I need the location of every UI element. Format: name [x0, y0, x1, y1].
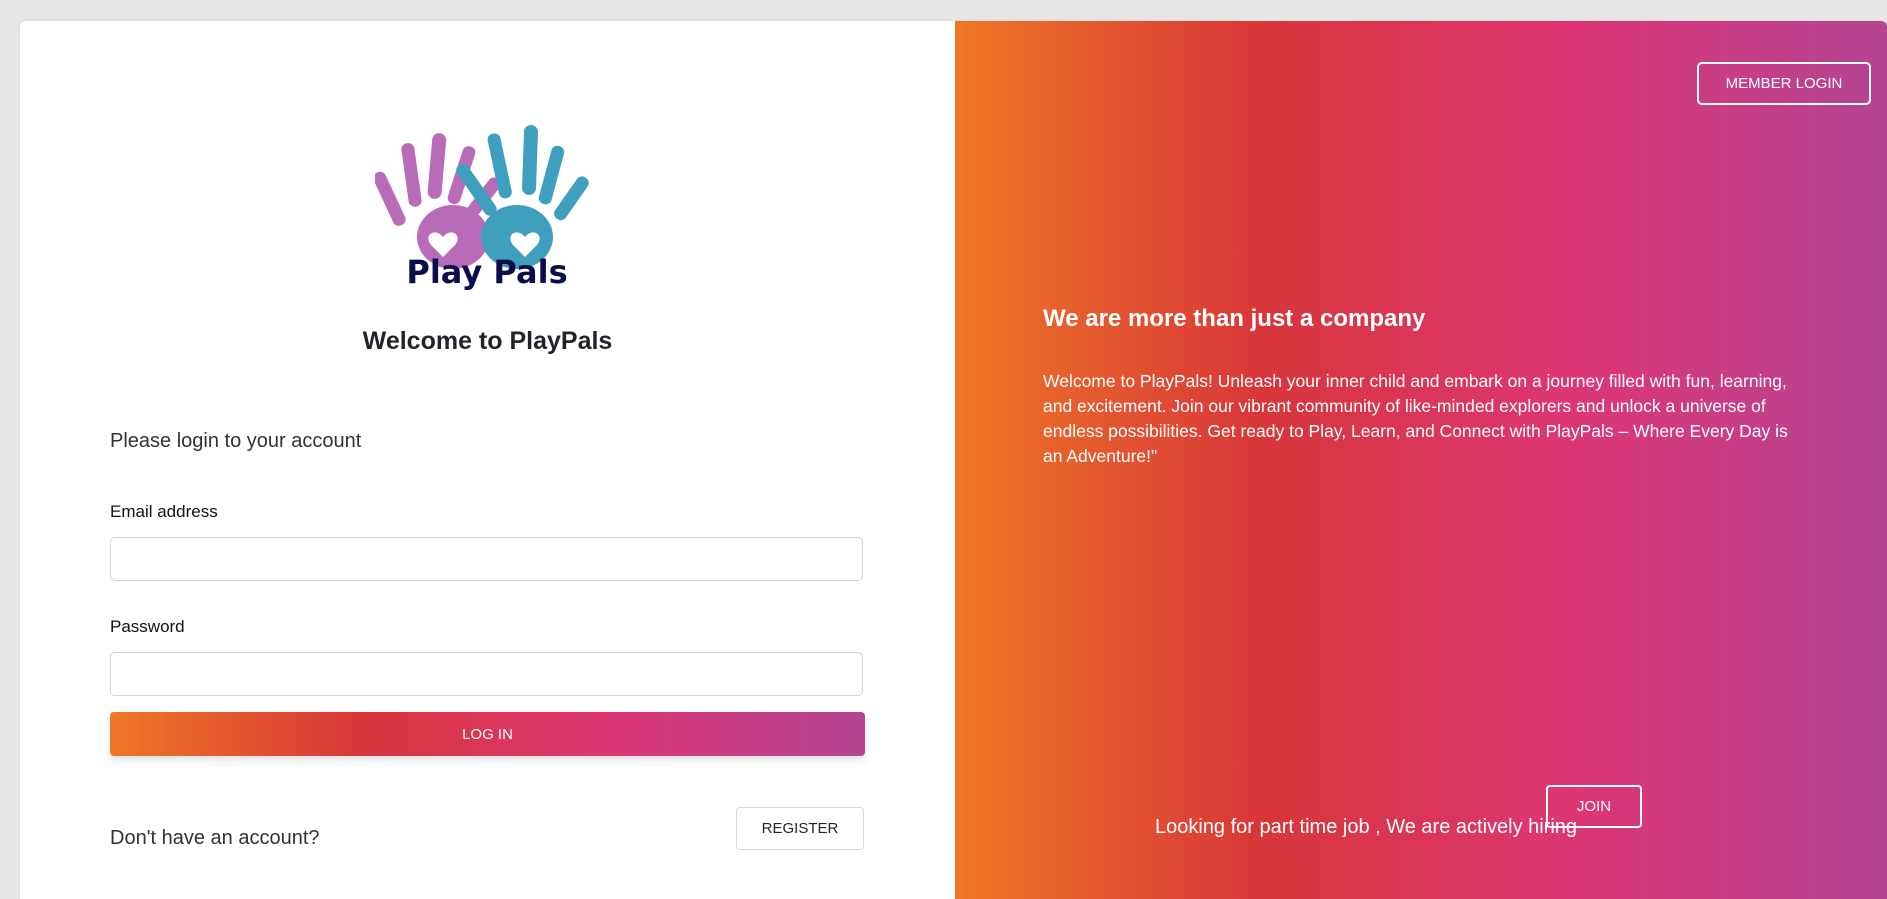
welcome-title: Welcome to PlayPals — [362, 327, 613, 355]
join-button[interactable]: JOIN — [1546, 785, 1642, 828]
email-label: Email address — [110, 502, 218, 521]
hiring-text: Looking for part time job , We are activ… — [1155, 816, 1578, 838]
logo-text: Play Pals — [406, 253, 567, 291]
no-account-text: Don't have an account? — [110, 827, 320, 849]
login-card: Play Pals Welcome to PlayPals Please log… — [20, 21, 1887, 899]
login-panel: Play Pals Welcome to PlayPals Please log… — [20, 21, 955, 899]
register-button[interactable]: REGISTER — [736, 807, 864, 850]
playpals-logo: Play Pals — [375, 125, 589, 291]
login-button[interactable]: LOG IN — [110, 712, 865, 756]
hero-title: We are more than just a company — [1043, 305, 1426, 332]
hero-text: Welcome to PlayPals! Unleash your inner … — [1043, 371, 1788, 466]
hero-panel: MEMBER LOGIN We are more than just a com… — [955, 21, 1887, 899]
password-label: Password — [110, 617, 185, 636]
email-field[interactable] — [110, 537, 863, 581]
login-prompt: Please login to your account — [110, 430, 362, 452]
password-field[interactable] — [110, 652, 863, 696]
member-login-button[interactable]: MEMBER LOGIN — [1697, 62, 1871, 105]
